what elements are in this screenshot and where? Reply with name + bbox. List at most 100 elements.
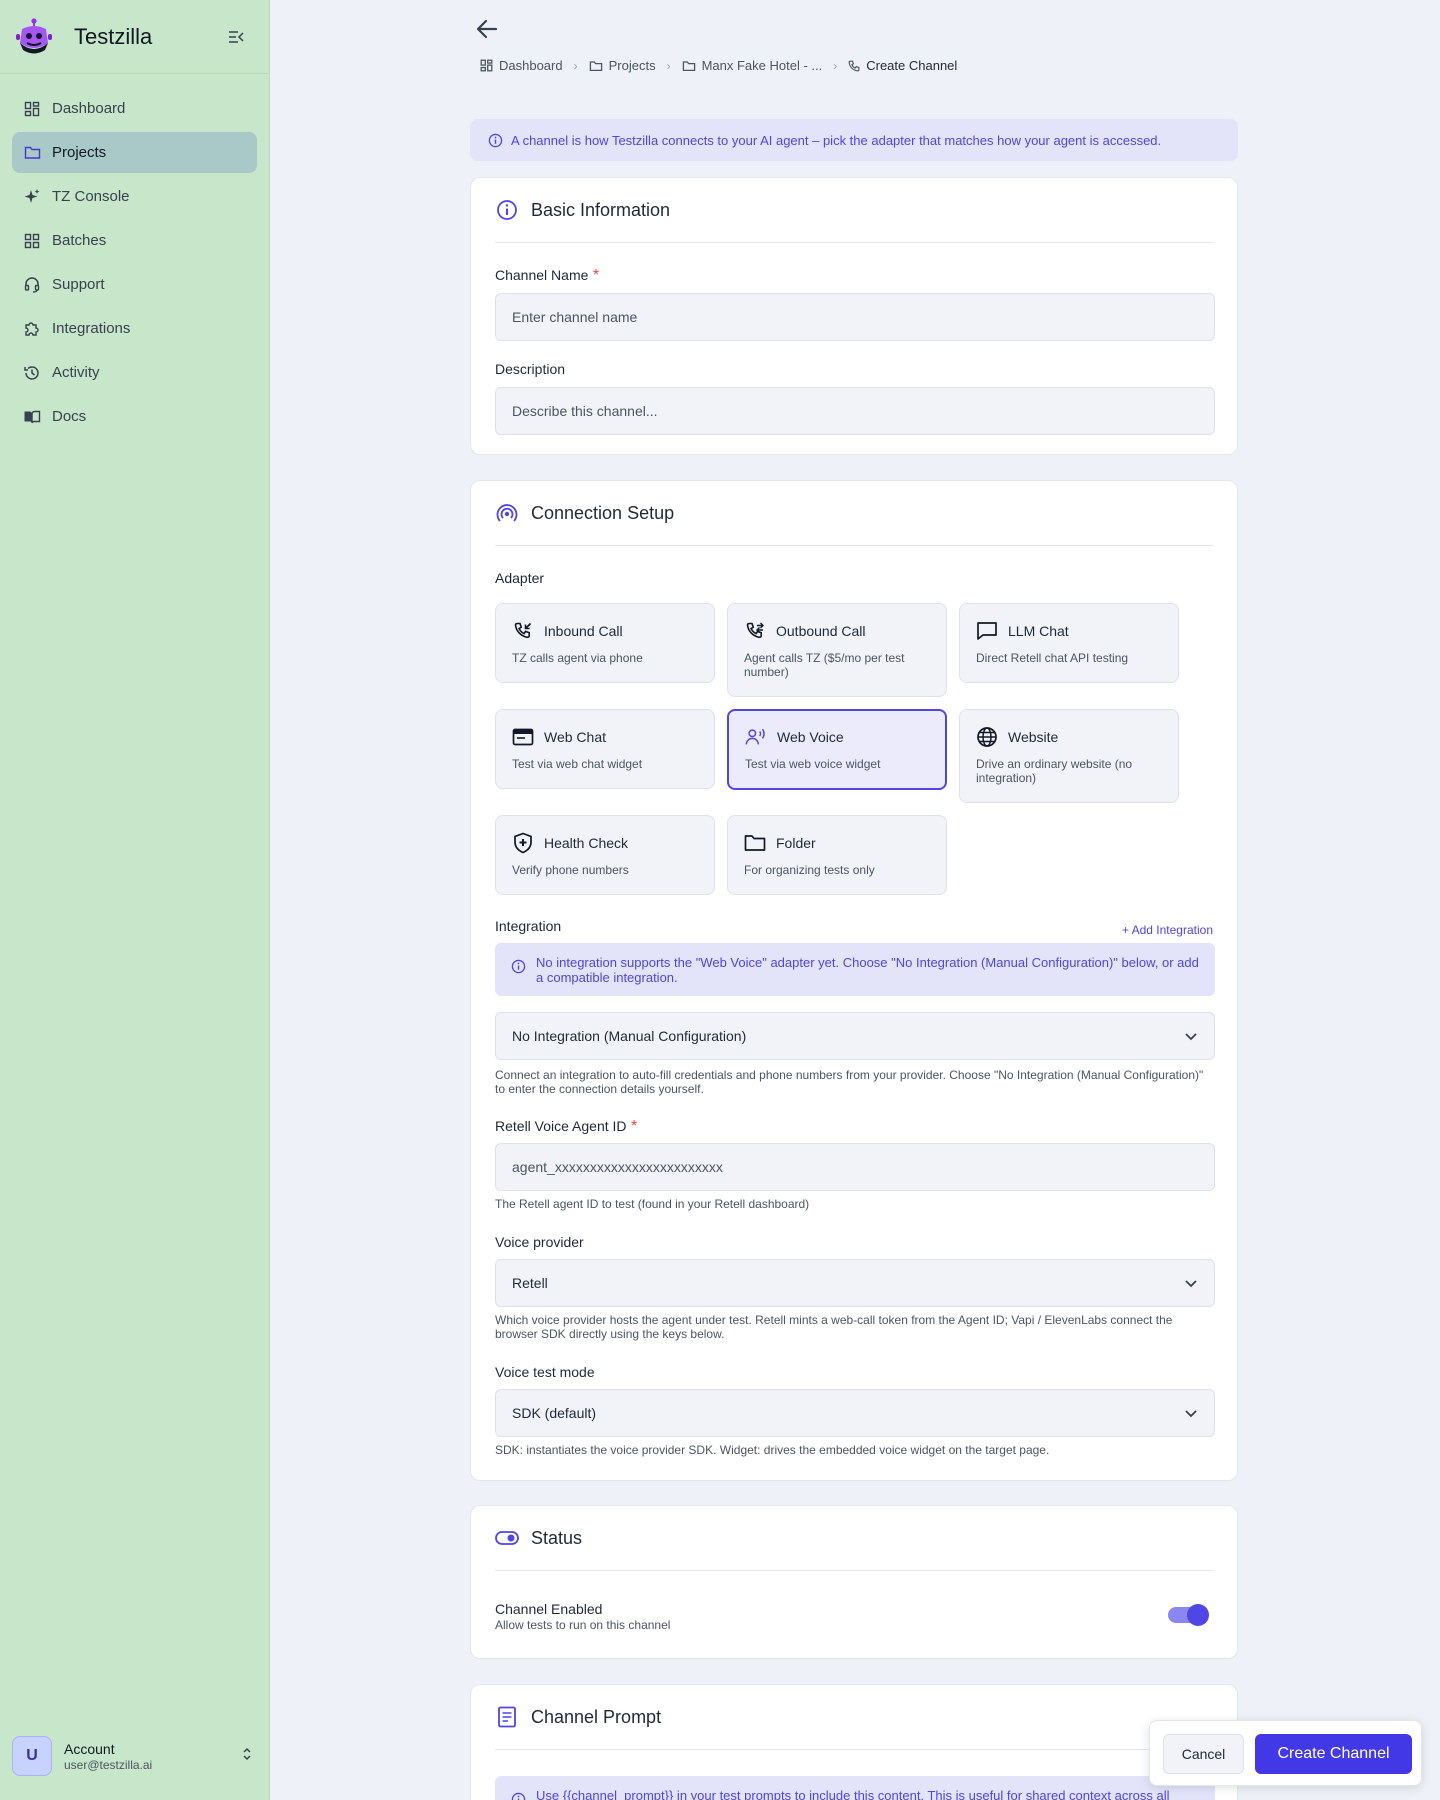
channel-name-input[interactable] — [495, 293, 1215, 341]
folder-icon — [22, 143, 42, 163]
info-icon — [495, 198, 519, 222]
sidebar-item-activity[interactable]: Activity — [12, 352, 257, 393]
info-icon — [511, 959, 526, 974]
breadcrumb: Dashboard › Projects › Manx Fake Hotel -… — [480, 58, 957, 73]
voice-provider-help: Which voice provider hosts the agent und… — [495, 1313, 1173, 1341]
breadcrumb-current: Create Channel — [848, 58, 957, 73]
phone-icon — [848, 60, 860, 71]
brand: Testzilla — [0, 0, 269, 74]
chevron-down-icon — [1184, 1275, 1198, 1291]
chevron-right-icon: › — [666, 58, 671, 73]
adapter-llm-chat[interactable]: LLM Chat Direct Retell chat API testing — [959, 603, 1179, 683]
browser-window-icon — [512, 726, 534, 748]
sidebar: Testzilla Dashboard Projects TZ Console … — [0, 0, 270, 1800]
form-action-bar: Cancel Create Channel — [1149, 1720, 1422, 1786]
connection-setup-card: Connection Setup Adapter Inbound Call TZ… — [470, 480, 1238, 1481]
sidebar-item-label: Dashboard — [52, 100, 126, 117]
adapter-website[interactable]: Website Drive an ordinary website (no in… — [959, 709, 1179, 803]
create-channel-button[interactable]: Create Channel — [1255, 1734, 1412, 1774]
chat-bubble-icon — [976, 620, 998, 642]
toggle-icon — [495, 1526, 519, 1550]
agent-id-label: Retell Voice Agent ID — [495, 1118, 627, 1134]
voice-test-mode-label: Voice test mode — [495, 1364, 595, 1380]
agent-id-help: The Retell agent ID to test (found in yo… — [495, 1197, 810, 1211]
integration-label: Integration — [495, 918, 562, 934]
breadcrumb-project[interactable]: Manx Fake Hotel - ... — [682, 58, 822, 73]
folder-icon — [589, 60, 602, 71]
info-icon — [511, 1792, 526, 1800]
folder-icon — [744, 832, 766, 854]
chevron-down-icon — [1184, 1405, 1198, 1421]
testzilla-logo-icon — [16, 17, 52, 53]
info-icon — [488, 133, 503, 147]
app-name: Testzilla — [74, 23, 153, 49]
chevron-right-icon: › — [833, 58, 838, 73]
dashboard-icon — [22, 99, 42, 119]
sidebar-item-integrations[interactable]: Integrations — [12, 308, 257, 349]
voice-test-mode-select[interactable]: SDK (default) — [495, 1389, 1215, 1437]
sidebar-item-label: Batches — [52, 232, 107, 249]
integration-help: Connect an integration to auto-fill cred… — [495, 1068, 1204, 1096]
integration-select[interactable]: No Integration (Manual Configuration) — [495, 1012, 1215, 1060]
shield-plus-icon — [512, 832, 534, 854]
channel-enabled-toggle[interactable] — [1168, 1604, 1209, 1626]
required-marker: * — [592, 267, 600, 284]
sidebar-item-batches[interactable]: Batches — [12, 220, 257, 261]
chevron-down-icon — [1184, 1028, 1198, 1044]
sidebar-nav: Dashboard Projects TZ Console Batches Su… — [0, 74, 269, 437]
agent-id-input[interactable] — [495, 1143, 1215, 1191]
sidebar-item-label: Integrations — [52, 320, 131, 337]
history-icon — [22, 363, 42, 383]
adapter-web-voice[interactable]: Web Voice Test via web voice widget — [727, 709, 947, 790]
adapter-outbound-call[interactable]: Outbound Call Agent calls TZ ($5/mo per … — [727, 603, 947, 697]
sidebar-item-label: Projects — [52, 144, 107, 161]
collapse-sidebar-icon[interactable] — [225, 26, 247, 48]
headset-icon — [22, 275, 42, 295]
signal-icon — [495, 501, 519, 525]
adapter-inbound-call[interactable]: Inbound Call TZ calls agent via phone — [495, 603, 715, 683]
document-icon — [495, 1705, 519, 1729]
sidebar-item-dashboard[interactable]: Dashboard — [12, 88, 257, 129]
globe-icon — [976, 726, 998, 748]
description-textarea[interactable] — [495, 387, 1215, 435]
section-title: Connection Setup — [531, 502, 675, 523]
voice-provider-select[interactable]: Retell — [495, 1259, 1215, 1307]
avatar: U — [12, 1736, 52, 1776]
grid-icon — [22, 231, 42, 251]
cancel-button[interactable]: Cancel — [1163, 1734, 1244, 1774]
sidebar-item-support[interactable]: Support — [12, 264, 257, 305]
account-switcher[interactable]: U Account user@testzilla.ai — [12, 1734, 258, 1778]
back-arrow-icon[interactable] — [474, 16, 500, 42]
basic-information-card: Basic Information Channel Name * Descrip… — [470, 177, 1238, 455]
chevron-right-icon: › — [573, 58, 578, 73]
channel-enabled-help: Allow tests to run on this channel — [495, 1618, 671, 1632]
adapter-health-check[interactable]: Health Check Verify phone numbers — [495, 815, 715, 895]
chevron-updown-icon — [242, 1746, 252, 1767]
add-integration-link[interactable]: + Add Integration — [1122, 923, 1213, 937]
channel-prompt-card: Channel Prompt Use {{channel_prompt}} in… — [470, 1684, 1238, 1800]
section-title: Basic Information — [531, 199, 671, 220]
sidebar-item-label: Support — [52, 276, 105, 293]
book-icon — [22, 407, 42, 427]
sparkle-icon — [22, 187, 42, 207]
adapter-label: Adapter — [495, 570, 545, 586]
breadcrumb-dashboard[interactable]: Dashboard — [480, 58, 563, 73]
sidebar-item-tz-console[interactable]: TZ Console — [12, 176, 257, 217]
required-marker: * — [630, 1118, 638, 1135]
channel-name-label: Channel Name — [495, 267, 589, 283]
adapter-folder[interactable]: Folder For organizing tests only — [727, 815, 947, 895]
status-card: Status Channel Enabled Allow tests to ru… — [470, 1505, 1238, 1659]
section-title: Status — [531, 1527, 583, 1548]
sidebar-item-docs[interactable]: Docs — [12, 396, 257, 437]
breadcrumb-projects[interactable]: Projects — [589, 58, 656, 73]
info-banner: A channel is how Testzilla connects to y… — [470, 119, 1238, 161]
voice-provider-label: Voice provider — [495, 1234, 584, 1250]
adapter-web-chat[interactable]: Web Chat Test via web chat widget — [495, 709, 715, 789]
folder-icon — [682, 60, 695, 71]
sidebar-item-label: Docs — [52, 408, 87, 425]
integration-notice: No integration supports the "Web Voice" … — [495, 943, 1215, 996]
description-label: Description — [495, 361, 566, 377]
sidebar-item-projects[interactable]: Projects — [12, 132, 257, 173]
channel-enabled-label: Channel Enabled — [495, 1601, 603, 1617]
sidebar-item-label: TZ Console — [52, 188, 130, 205]
